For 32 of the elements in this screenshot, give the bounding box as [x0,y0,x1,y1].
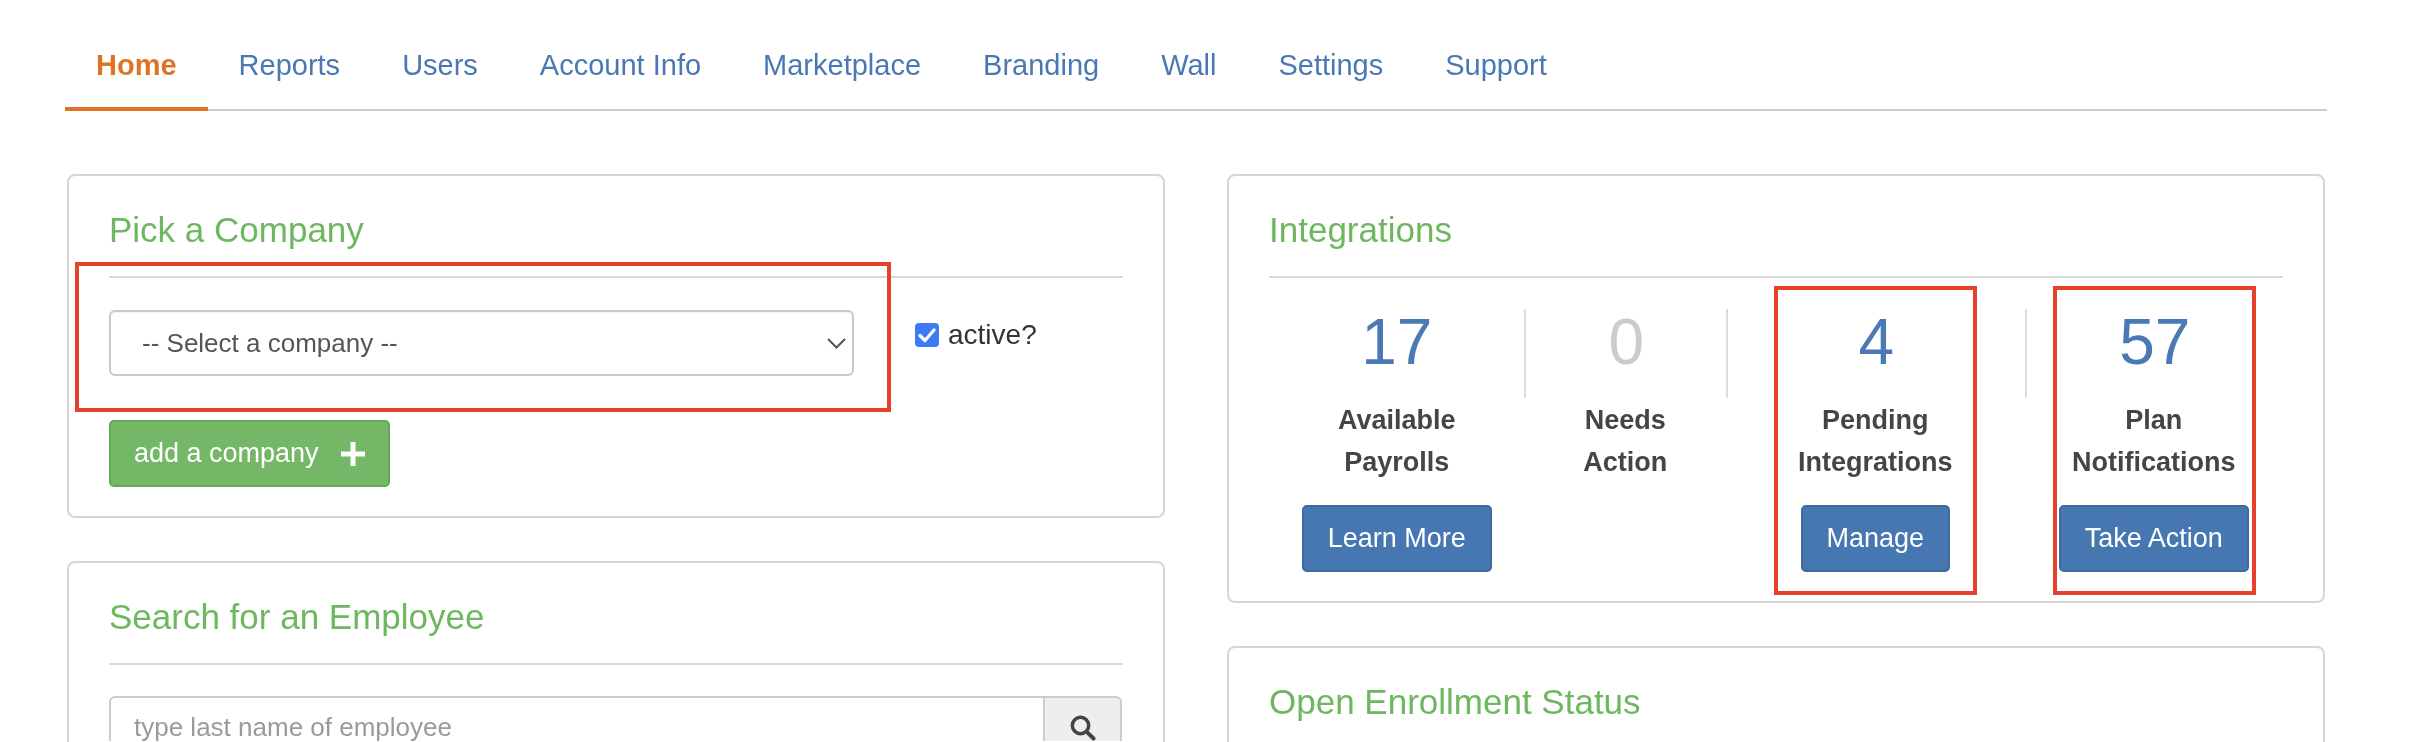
nav-tab[interactable]: Wall [1130,31,1248,111]
chevron-down-icon [827,337,846,349]
nav-tab[interactable]: Account Info [508,31,733,111]
card-title: Open Enrollment Status [1269,681,1642,723]
add-company-button[interactable]: add a company [109,420,390,487]
search-button[interactable] [1045,696,1122,741]
card-title: Integrations [1269,209,1453,251]
stat-count: 17 [1361,309,1433,375]
search-icon [1069,715,1096,741]
company-select[interactable]: -- Select a company -- [109,310,854,376]
action-button[interactable]: Learn More [1301,505,1492,572]
nav-tab[interactable]: Support [1414,31,1578,111]
stat-label: Needs Action [1583,404,1668,479]
stat-count: 57 [2119,309,2191,375]
action-button[interactable]: Manage [1800,505,1951,572]
plus-icon [340,441,365,466]
nav-tab[interactable]: Marketplace [732,31,953,111]
search-field[interactable]: type last name of employee [109,696,1045,741]
checkbox[interactable] [915,323,939,347]
checkbox-label: active? [948,320,1037,350]
action-button[interactable]: Take Action [2058,505,2249,572]
nav-tab[interactable]: Settings [1247,31,1415,111]
nav-tab[interactable]: Home [65,31,208,111]
stat-label: Plan Notifications [2072,404,2236,479]
nav-tab[interactable]: Branding [952,31,1131,111]
nav-tab[interactable]: Users [371,31,509,111]
stat-label: Available Payrolls [1337,404,1456,479]
stat-count: 4 [1858,309,1895,375]
stat-label: Pending Integrations [1798,404,1953,479]
card-title: Pick a Company [109,209,365,251]
card-title: Search for an Employee [109,596,486,638]
nav-tab[interactable]: Reports [207,31,372,111]
